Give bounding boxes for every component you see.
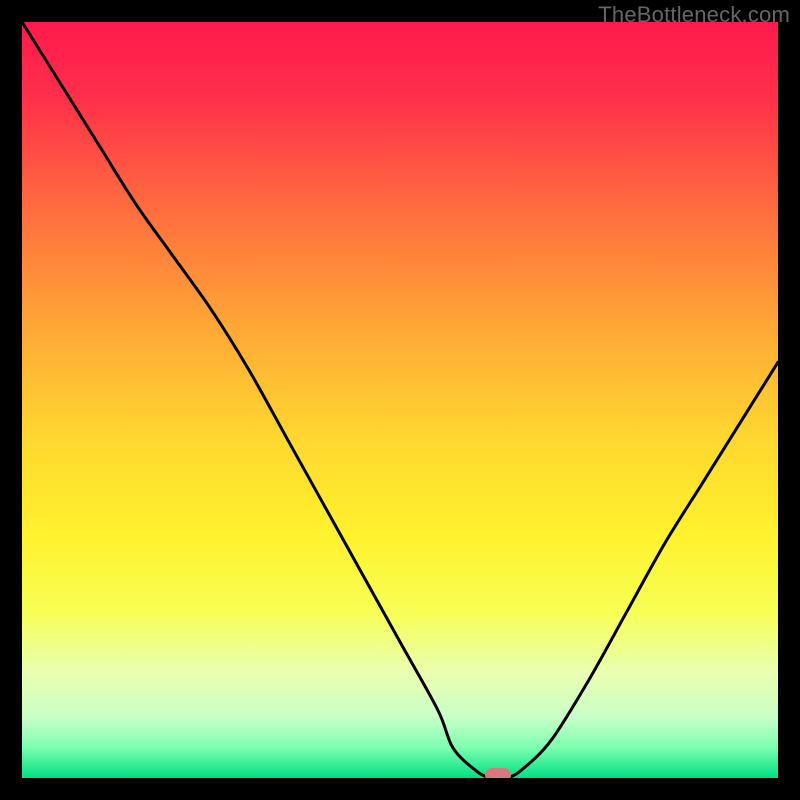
gradient-bg	[22, 22, 778, 778]
watermark-text: TheBottleneck.com	[598, 2, 790, 28]
chart-frame: TheBottleneck.com	[0, 0, 800, 800]
plot-area	[22, 22, 778, 778]
bottleneck-marker	[485, 768, 511, 778]
plot-svg	[22, 22, 778, 778]
